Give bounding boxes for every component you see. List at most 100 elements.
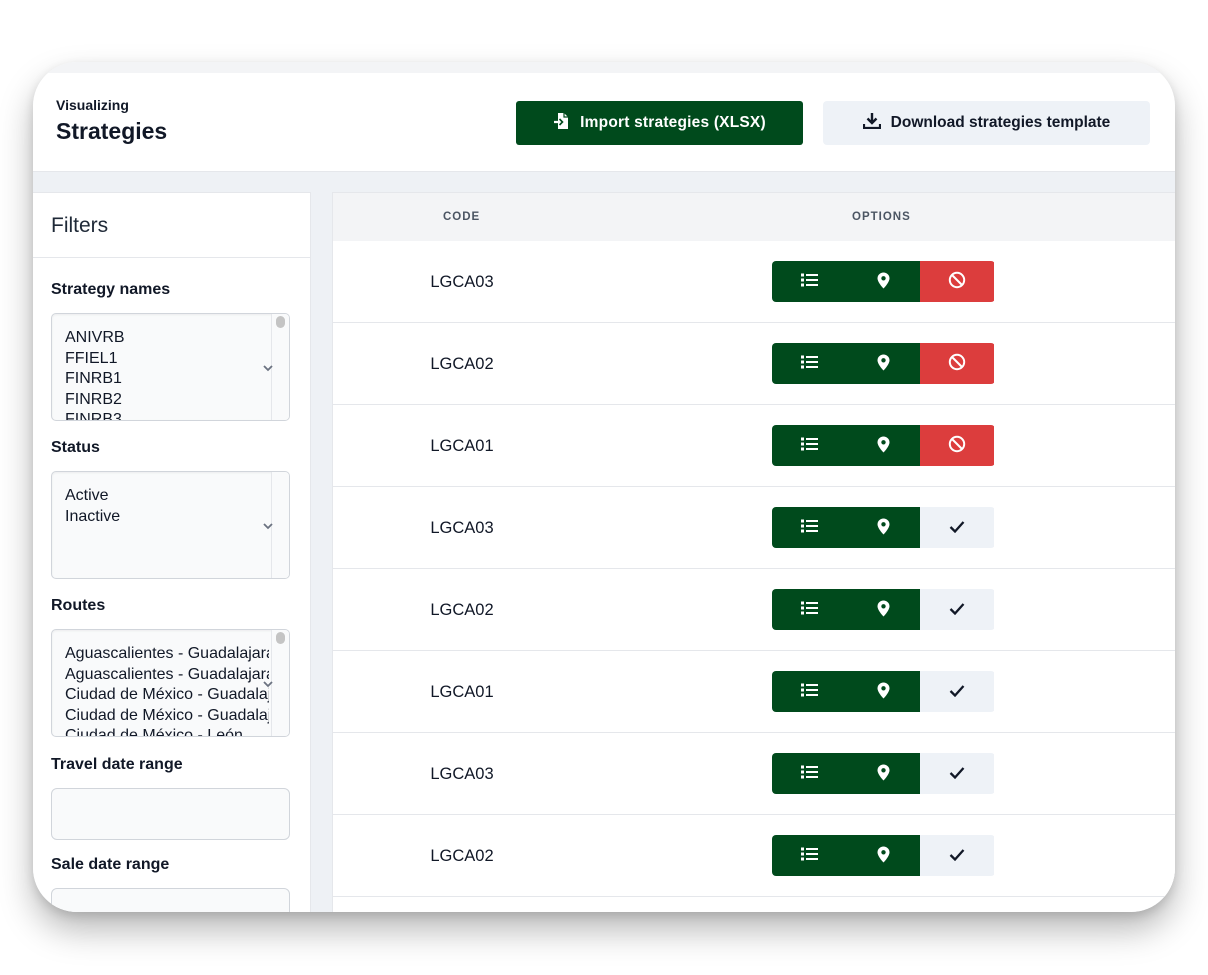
filters-title: Filters: [33, 193, 310, 258]
strategy-names-label: Strategy names: [51, 281, 171, 298]
travel-date-range-label: Travel date range: [51, 756, 183, 773]
status-option[interactable]: Inactive: [65, 507, 269, 528]
check-icon: [949, 684, 965, 700]
app-window: Visualizing Strategies Import strategies…: [33, 62, 1175, 912]
status-select[interactable]: Active Inactive: [51, 471, 290, 579]
list-icon: [800, 847, 818, 864]
details-button[interactable]: [772, 753, 846, 794]
import-strategies-button[interactable]: Import strategies (XLSX): [516, 101, 803, 145]
location-button[interactable]: [846, 753, 920, 794]
row-options: [772, 589, 995, 630]
route-option[interactable]: Ciudad de México - Guadalajara: [65, 685, 269, 706]
strategy-name-option[interactable]: FINRB1: [65, 369, 269, 390]
route-option[interactable]: Aguascalientes - Guadalajara: [65, 665, 269, 686]
check-icon: [949, 520, 965, 536]
page-subtitle: Visualizing: [56, 97, 129, 113]
activate-button[interactable]: [920, 671, 994, 712]
strategies-table: CODE OPTIONS LGCA03 LGCA02 LGCA01 LGCA03…: [332, 192, 1175, 912]
ban-icon: [948, 271, 966, 292]
strategy-name-option[interactable]: FINRB2: [65, 390, 269, 411]
strategy-code: LGCA02: [430, 600, 494, 619]
strategy-code: LGCA03: [430, 518, 494, 537]
activate-button[interactable]: [920, 589, 994, 630]
location-button[interactable]: [846, 261, 920, 302]
details-button[interactable]: [772, 425, 846, 466]
check-icon: [949, 848, 965, 864]
scrollbar[interactable]: [271, 472, 289, 578]
scrollbar[interactable]: [271, 630, 289, 736]
download-template-button[interactable]: Download strategies template: [823, 101, 1150, 145]
strategy-code: LGCA02: [430, 846, 494, 865]
location-button[interactable]: [846, 671, 920, 712]
list-icon: [800, 437, 818, 454]
activate-button[interactable]: [920, 753, 994, 794]
details-button[interactable]: [772, 589, 846, 630]
location-button[interactable]: [846, 343, 920, 384]
map-pin-icon: [877, 682, 890, 702]
chevron-down-icon: [263, 518, 273, 533]
sale-date-range-label: Sale date range: [51, 856, 170, 873]
strategy-code: LGCA01: [430, 436, 494, 455]
details-button[interactable]: [772, 835, 846, 876]
location-button[interactable]: [846, 589, 920, 630]
ban-icon: [948, 353, 966, 374]
table-header: CODE OPTIONS: [333, 193, 1175, 241]
ban-icon: [948, 435, 966, 456]
list-icon: [800, 355, 818, 372]
scrollbar-thumb[interactable]: [276, 632, 285, 644]
details-button[interactable]: [772, 261, 846, 302]
page-title: Strategies: [56, 118, 168, 144]
location-button[interactable]: [846, 425, 920, 466]
map-pin-icon: [877, 846, 890, 866]
sale-date-range-input[interactable]: [51, 888, 290, 912]
activate-button[interactable]: [920, 835, 994, 876]
chevron-down-icon: [263, 676, 273, 691]
file-import-icon: [553, 112, 570, 135]
row-options: [772, 671, 995, 712]
column-header-options: OPTIONS: [852, 211, 911, 223]
strategy-code: LGCA03: [430, 764, 494, 783]
check-icon: [949, 602, 965, 618]
location-button[interactable]: [846, 835, 920, 876]
row-options: [772, 343, 995, 384]
page-header: Visualizing Strategies Import strategies…: [33, 62, 1175, 172]
strategy-code: LGCA03: [430, 272, 494, 291]
download-icon: [862, 112, 881, 134]
details-button[interactable]: [772, 671, 846, 712]
list-icon: [800, 519, 818, 536]
travel-date-range-input[interactable]: [51, 788, 290, 840]
route-option[interactable]: Aguascalientes - Guadalajara: [65, 644, 269, 665]
import-strategies-label: Import strategies (XLSX): [580, 114, 766, 131]
table-row: LGCA03: [333, 241, 1175, 323]
table-row: LGCA01: [333, 405, 1175, 487]
route-option[interactable]: Ciudad de México - León: [65, 726, 269, 736]
location-button[interactable]: [846, 507, 920, 548]
strategy-name-option[interactable]: FINRB3: [65, 410, 269, 420]
row-options: [772, 507, 995, 548]
map-pin-icon: [877, 600, 890, 620]
scrollbar-thumb[interactable]: [276, 316, 285, 328]
deactivate-button[interactable]: [920, 343, 994, 384]
activate-button[interactable]: [920, 507, 994, 548]
table-row: LGCA03: [333, 733, 1175, 815]
strategy-name-option[interactable]: ANIVRB: [65, 328, 269, 349]
details-button[interactable]: [772, 507, 846, 548]
row-options: [772, 753, 995, 794]
route-option[interactable]: Ciudad de México - Guadalajara: [65, 706, 269, 727]
status-option[interactable]: Active: [65, 486, 269, 507]
routes-select[interactable]: Aguascalientes - Guadalajara Aguascalien…: [51, 629, 290, 737]
map-pin-icon: [877, 518, 890, 538]
column-header-code: CODE: [443, 211, 481, 223]
strategy-names-select[interactable]: ANIVRB FFIEL1 FINRB1 FINRB2 FINRB3: [51, 313, 290, 421]
scrollbar[interactable]: [271, 314, 289, 420]
details-button[interactable]: [772, 343, 846, 384]
map-pin-icon: [877, 436, 890, 456]
status-label: Status: [51, 439, 100, 456]
deactivate-button[interactable]: [920, 261, 994, 302]
list-icon: [800, 683, 818, 700]
table-row: LGCA02: [333, 815, 1175, 897]
table-row: LGCA03: [333, 487, 1175, 569]
deactivate-button[interactable]: [920, 425, 994, 466]
strategy-name-option[interactable]: FFIEL1: [65, 349, 269, 370]
chevron-down-icon: [263, 360, 273, 375]
